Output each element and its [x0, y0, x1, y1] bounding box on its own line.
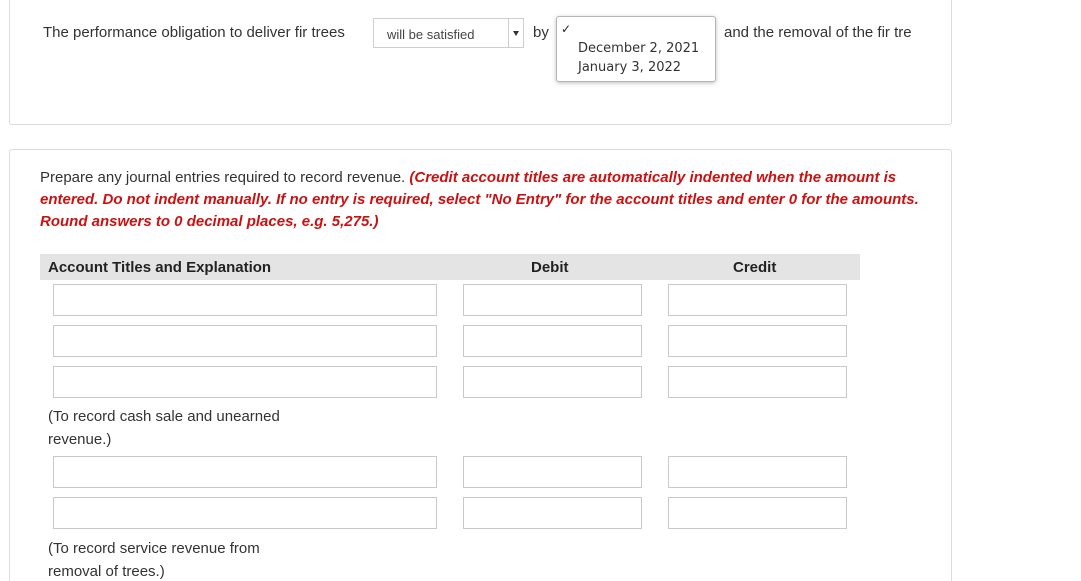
header-account-titles: Account Titles and Explanation	[48, 259, 272, 276]
debit-input[interactable]	[463, 284, 642, 316]
credit-input[interactable]	[668, 456, 847, 488]
debit-input[interactable]	[463, 456, 642, 488]
sentence-suffix: and the removal of the fir tre	[724, 24, 912, 41]
credit-input[interactable]	[668, 325, 847, 357]
satisfied-select[interactable]: will be satisfied	[373, 18, 524, 48]
header-debit: Debit	[531, 259, 569, 276]
credit-input[interactable]	[668, 497, 847, 529]
credit-input[interactable]	[668, 366, 847, 398]
page: The performance obligation to deliver fi…	[0, 0, 1081, 581]
entry-memo: (To record cash sale and unearned revenu…	[48, 408, 280, 448]
instructions-text: Prepare any journal entries required to …	[40, 169, 410, 186]
by-label: by	[533, 24, 549, 41]
satisfied-select-arrow[interactable]	[508, 19, 523, 47]
account-title-input[interactable]	[53, 284, 437, 316]
check-icon: ✓	[561, 22, 572, 36]
sentence-prefix: The performance obligation to deliver fi…	[43, 24, 345, 41]
table-header: Account Titles and Explanation Debit Cre…	[40, 254, 860, 280]
account-title-input[interactable]	[53, 456, 437, 488]
entry-memo: (To record service revenue from removal …	[48, 540, 260, 580]
date-option-january-3-2022[interactable]: January 3, 2022	[578, 60, 681, 75]
account-title-input[interactable]	[53, 325, 437, 357]
header-credit: Credit	[733, 259, 777, 276]
debit-input[interactable]	[463, 325, 642, 357]
credit-input[interactable]	[668, 284, 847, 316]
chevron-down-icon	[513, 30, 519, 36]
instructions: Prepare any journal entries required to …	[40, 167, 920, 233]
satisfied-select-value: will be satisfied	[387, 27, 475, 42]
account-title-input[interactable]	[53, 497, 437, 529]
debit-input[interactable]	[463, 366, 642, 398]
debit-input[interactable]	[463, 497, 642, 529]
date-option-december-2-2021[interactable]: December 2, 2021	[578, 41, 699, 56]
account-title-input[interactable]	[53, 366, 437, 398]
date-select-dropdown[interactable]: December 2, 2021 January 3, 2022	[556, 16, 716, 82]
